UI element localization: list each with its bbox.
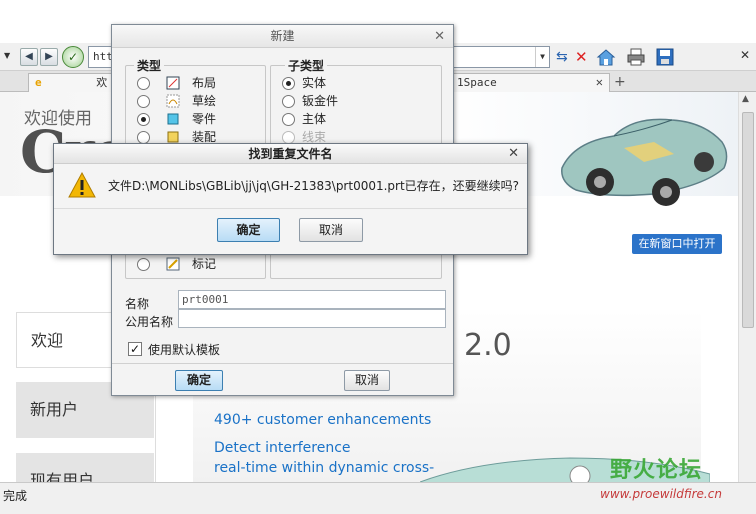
use-default-template-checkbox[interactable]: ✓ <box>128 342 142 356</box>
url-dropdown-icon[interactable]: ▼ <box>535 47 549 67</box>
stop-icon[interactable]: ✕ <box>575 48 588 66</box>
scroll-thumb[interactable] <box>742 112 754 328</box>
close-icon[interactable]: ✕ <box>434 25 445 48</box>
ok-button[interactable]: 确定 <box>217 218 280 242</box>
option-label: 实体 <box>302 76 327 90</box>
name-value: prt0001 <box>182 293 229 306</box>
print-icon[interactable] <box>626 47 646 67</box>
new-tab-icon[interactable]: + <box>614 74 626 90</box>
option-label: 零件 <box>192 112 217 126</box>
sketch-icon <box>166 94 180 108</box>
ie-icon: e <box>35 76 42 89</box>
url-text: htt <box>93 50 113 63</box>
name-input[interactable]: prt0001 <box>178 290 446 309</box>
type-option-sketch[interactable]: 草绘 <box>126 92 266 110</box>
common-name-label: 公用名称 <box>125 315 174 329</box>
assembly-icon <box>167 131 179 143</box>
cancel-button[interactable]: 取消 <box>299 218 363 242</box>
tab-label: 1Space <box>457 76 497 89</box>
close-icon[interactable]: ✕ <box>596 74 603 91</box>
divider <box>112 363 453 364</box>
dup-message: 文件D:\MONLibs\GBLib\jj\jq\GH-21383\prt000… <box>108 179 520 193</box>
radio-button[interactable] <box>137 113 150 126</box>
open-new-window-button[interactable]: 在新窗口中打开 <box>632 234 722 254</box>
subtype-option-sheetmetal[interactable]: 钣金件 <box>271 92 411 110</box>
subtype-group-label: 子类型 <box>285 57 328 74</box>
subtype-option-bulk[interactable]: 主体 <box>271 110 411 128</box>
watermark-url: www.proewildfire.cn <box>600 487 722 501</box>
refresh-go-icon[interactable]: ✓ <box>62 46 84 68</box>
scroll-up-icon[interactable]: ▲ <box>742 94 749 104</box>
option-label: 钣金件 <box>302 94 339 108</box>
close-icon[interactable]: ✕ <box>508 144 519 164</box>
sync-icon[interactable]: ⇆ <box>556 49 568 65</box>
duplicate-filename-dialog: 找到重复文件名 ✕ 文件D:\MONLibs\GBLib\jj\jq\GH-21… <box>53 143 528 255</box>
close-icon[interactable]: ✕ <box>740 48 750 62</box>
version-label: 2.0 <box>464 328 512 363</box>
name-label: 名称 <box>125 297 150 311</box>
tab-1space[interactable]: 1Space ✕ <box>450 73 610 92</box>
radio-button[interactable] <box>282 95 295 108</box>
radio-button[interactable] <box>137 77 150 90</box>
home-icon[interactable] <box>596 47 616 67</box>
promo-line: real-time within dynamic cross- <box>214 460 435 476</box>
status-text: 完成 <box>3 489 28 503</box>
common-name-input[interactable] <box>178 309 446 328</box>
tab-label: 欢 <box>96 76 108 89</box>
radio-button[interactable] <box>282 113 295 126</box>
dialog-title-text: 找到重复文件名 <box>248 147 333 161</box>
nav-existing-user[interactable]: 现有用户 <box>16 453 154 482</box>
type-option-part[interactable]: 零件 <box>126 110 266 128</box>
page-scrollbar[interactable]: ▲ <box>738 92 756 482</box>
radio-button[interactable] <box>137 258 150 271</box>
promo-line: 490+ customer enhancements <box>214 412 432 428</box>
layout-icon <box>166 76 180 90</box>
watermark-logo: 野火论坛 <box>610 458 703 483</box>
option-label: 标记 <box>192 257 217 271</box>
divider <box>54 208 527 209</box>
radio-button[interactable] <box>137 95 150 108</box>
type-option-layout[interactable]: 布局 <box>126 74 266 92</box>
warning-icon <box>68 172 96 198</box>
radio-button[interactable] <box>282 77 295 90</box>
screen: ▼ ◀ ▶ ✓ htt ▼ ⇆ ✕ ✕ e 欢 1Space ✕ + 欢迎使用 … <box>0 0 756 514</box>
forward-icon[interactable]: ▶ <box>40 48 58 66</box>
car-image <box>561 118 728 206</box>
markup-icon <box>166 257 180 271</box>
dup-dialog-title: 找到重复文件名 ✕ <box>54 144 527 164</box>
back-icon[interactable]: ◀ <box>20 48 38 66</box>
save-icon[interactable] <box>655 47 675 67</box>
type-option-markup[interactable]: 标记 <box>126 255 266 273</box>
new-dialog-title: 新建 ✕ <box>112 25 453 48</box>
dialog-title-text: 新建 <box>270 29 295 43</box>
dropdown-arrow-icon[interactable]: ▼ <box>4 51 10 60</box>
tab-welcome[interactable]: e 欢 <box>28 73 114 92</box>
use-default-template-label: 使用默认模板 <box>148 343 221 357</box>
subtype-option-solid[interactable]: 实体 <box>271 74 411 92</box>
type-group-label: 类型 <box>134 57 165 74</box>
promo-line: Detect interference <box>214 440 351 456</box>
ok-button[interactable]: 确定 <box>175 370 223 391</box>
option-label: 布局 <box>192 76 217 90</box>
option-label: 主体 <box>302 112 327 126</box>
option-label: 草绘 <box>192 94 217 108</box>
part-icon <box>167 113 179 125</box>
cancel-button[interactable]: 取消 <box>344 370 390 391</box>
